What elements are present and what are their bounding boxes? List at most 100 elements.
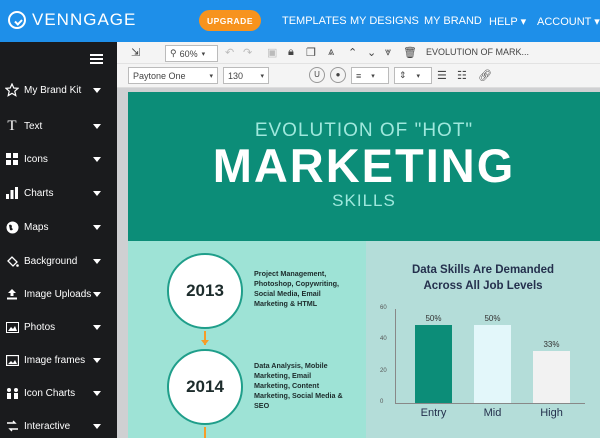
resize-icon[interactable]: ⇲ bbox=[131, 46, 140, 59]
zoom-select[interactable]: ⚲ 60% ▾ bbox=[165, 45, 218, 62]
font-size-select[interactable]: 130 ▾ bbox=[223, 67, 269, 84]
venngage-logo[interactable]: VENNGAGE bbox=[8, 10, 136, 30]
chevron-down-icon bbox=[93, 87, 101, 93]
bar-high[interactable] bbox=[533, 351, 570, 403]
toolbar-top: ⇲ ⚲ 60% ▾ ↶ ↷ ▣ 🔒︎ ❐ ⩓ ⌃ ⌄ ⩔ 🗑︎ EVOLUTIO… bbox=[117, 42, 600, 64]
duplicate-icon[interactable]: ❐ bbox=[306, 46, 316, 59]
y-tick: 40 bbox=[380, 336, 387, 343]
nav-my-brand[interactable]: MY BRAND bbox=[424, 15, 482, 27]
spacing-select[interactable]: ⇕ ▾ bbox=[394, 67, 432, 84]
year-circle-2013[interactable]: 2013 bbox=[167, 253, 243, 329]
nav-my-designs[interactable]: MY DESIGNS bbox=[350, 15, 419, 27]
bring-to-front-icon[interactable]: ⩓ bbox=[328, 46, 334, 59]
chevron-down-icon bbox=[93, 423, 101, 429]
align-center-icon: ≡ bbox=[356, 70, 362, 81]
y-tick: 20 bbox=[380, 367, 387, 374]
numbered-list-icon[interactable]: ☷ bbox=[457, 69, 467, 82]
chevron-down-icon: ▾ bbox=[371, 72, 375, 80]
bar-label-high: 33% bbox=[543, 340, 560, 350]
chevron-down-icon bbox=[93, 357, 101, 363]
paint-bucket-icon bbox=[5, 254, 19, 268]
sidebar-item-background[interactable]: Background bbox=[0, 246, 117, 276]
menu-icon[interactable] bbox=[90, 54, 103, 64]
bar-chart[interactable]: 0 20 40 60 50% 50% 33% Entry Mid High bbox=[366, 241, 600, 438]
font-select[interactable]: Paytone One ▾ bbox=[128, 67, 218, 84]
timeline-description-2013[interactable]: Project Management, Photoshop, Copywriti… bbox=[254, 269, 364, 309]
chevron-down-icon bbox=[93, 224, 101, 230]
color-drop-icon[interactable]: ● bbox=[330, 67, 346, 83]
nav-templates[interactable]: TEMPLATES bbox=[282, 15, 347, 27]
font-value: Paytone One bbox=[133, 70, 186, 81]
upgrade-button[interactable]: UPGRADE bbox=[199, 10, 261, 31]
chevron-down-icon bbox=[93, 156, 101, 162]
bar-label-entry: 50% bbox=[425, 313, 442, 323]
grid-icon bbox=[5, 152, 19, 166]
category-high: High bbox=[540, 407, 563, 419]
chevron-down-icon bbox=[93, 324, 101, 330]
photo-icon bbox=[5, 320, 19, 334]
group-icon[interactable]: ▣ bbox=[267, 46, 277, 59]
font-size-value: 130 bbox=[228, 70, 244, 81]
chevron-down-icon: ▾ bbox=[260, 72, 264, 80]
chevron-down-icon: ▾ bbox=[201, 50, 206, 58]
y-axis bbox=[395, 309, 396, 403]
infographic-header[interactable]: EVOLUTION OF "HOT" MARKETING SKILLS bbox=[128, 92, 600, 241]
frame-icon bbox=[5, 353, 19, 367]
toolbar-text: Paytone One ▾ 130 ▾ U ● ≡ ▾ ⇕ ▾ ☰ ☷ 🔗︎ bbox=[117, 64, 600, 88]
timeline-connector bbox=[204, 427, 206, 438]
send-backward-icon[interactable]: ⌄ bbox=[367, 46, 376, 59]
undo-icon[interactable]: ↶ bbox=[225, 46, 234, 59]
sidebar: My Brand Kit T Text Icons Charts Maps Ba… bbox=[0, 42, 117, 438]
category-mid: Mid bbox=[483, 407, 502, 419]
delete-icon[interactable]: 🗑︎ bbox=[403, 46, 417, 59]
sidebar-item-icons[interactable]: Icons bbox=[0, 144, 117, 174]
title-sub[interactable]: SKILLS bbox=[128, 191, 600, 211]
chart-panel[interactable]: Data Skills Are Demanded Across All Job … bbox=[366, 241, 600, 438]
chevron-down-icon bbox=[93, 291, 101, 297]
logo-icon bbox=[8, 11, 26, 29]
sidebar-item-interactive[interactable]: Interactive bbox=[0, 411, 117, 441]
sidebar-item-photos[interactable]: Photos bbox=[0, 312, 117, 342]
document-title[interactable]: EVOLUTION OF MARK... bbox=[426, 47, 529, 57]
sidebar-item-image-uploads[interactable]: Image Uploads bbox=[0, 279, 117, 309]
bar-mid[interactable] bbox=[474, 324, 511, 403]
timeline-panel[interactable]: 2013 Project Management, Photoshop, Copy… bbox=[128, 241, 366, 438]
top-bar: VENNGAGE UPGRADE TEMPLATES MY DESIGNS MY… bbox=[0, 0, 600, 42]
year-circle-2014[interactable]: 2014 bbox=[167, 349, 243, 425]
chevron-down-icon bbox=[93, 123, 101, 129]
icon-chart-icon bbox=[5, 386, 19, 400]
link-icon[interactable]: 🔗︎ bbox=[478, 69, 492, 82]
underline-icon[interactable]: U bbox=[309, 67, 325, 83]
category-entry: Entry bbox=[420, 407, 447, 419]
align-select[interactable]: ≡ ▾ bbox=[351, 67, 389, 84]
chevron-down-icon: ▾ bbox=[416, 72, 421, 80]
sidebar-item-icon-charts[interactable]: Icon Charts bbox=[0, 378, 117, 408]
timeline-description-2014[interactable]: Data Analysis, Mobile Marketing, Email M… bbox=[254, 361, 364, 411]
chevron-down-icon bbox=[93, 258, 101, 264]
sidebar-item-maps[interactable]: Maps bbox=[0, 212, 117, 242]
nav-help[interactable]: HELP ▾ bbox=[489, 15, 526, 28]
chevron-down-icon: ▾ bbox=[209, 72, 213, 80]
logo-text: VENNGAGE bbox=[32, 10, 137, 29]
upload-icon bbox=[5, 287, 19, 301]
y-tick: 60 bbox=[380, 305, 387, 311]
letter-spacing-icon: ⇕ bbox=[399, 70, 407, 80]
sidebar-item-text[interactable]: T Text bbox=[0, 111, 117, 141]
nav-account[interactable]: ACCOUNT ▾ bbox=[537, 15, 600, 28]
title-main[interactable]: MARKETING bbox=[128, 138, 600, 193]
redo-icon[interactable]: ↷ bbox=[243, 46, 252, 59]
design-canvas[interactable]: EVOLUTION OF "HOT" MARKETING SKILLS 2013… bbox=[117, 88, 600, 438]
bullet-list-icon[interactable]: ☰ bbox=[437, 69, 447, 82]
bar-label-mid: 50% bbox=[484, 313, 501, 323]
chevron-down-icon bbox=[93, 190, 101, 196]
sidebar-item-my-brand-kit[interactable]: My Brand Kit bbox=[0, 75, 117, 105]
sidebar-item-image-frames[interactable]: Image frames bbox=[0, 345, 117, 375]
interactive-icon bbox=[5, 419, 19, 433]
bar-entry[interactable] bbox=[415, 324, 452, 403]
bring-forward-icon[interactable]: ⌃ bbox=[348, 46, 357, 59]
zoom-icon: ⚲ bbox=[170, 48, 177, 58]
bar-chart-icon bbox=[5, 186, 19, 200]
lock-icon[interactable]: 🔒︎ bbox=[288, 46, 294, 59]
sidebar-item-charts[interactable]: Charts bbox=[0, 178, 117, 208]
send-to-back-icon[interactable]: ⩔ bbox=[385, 46, 391, 59]
